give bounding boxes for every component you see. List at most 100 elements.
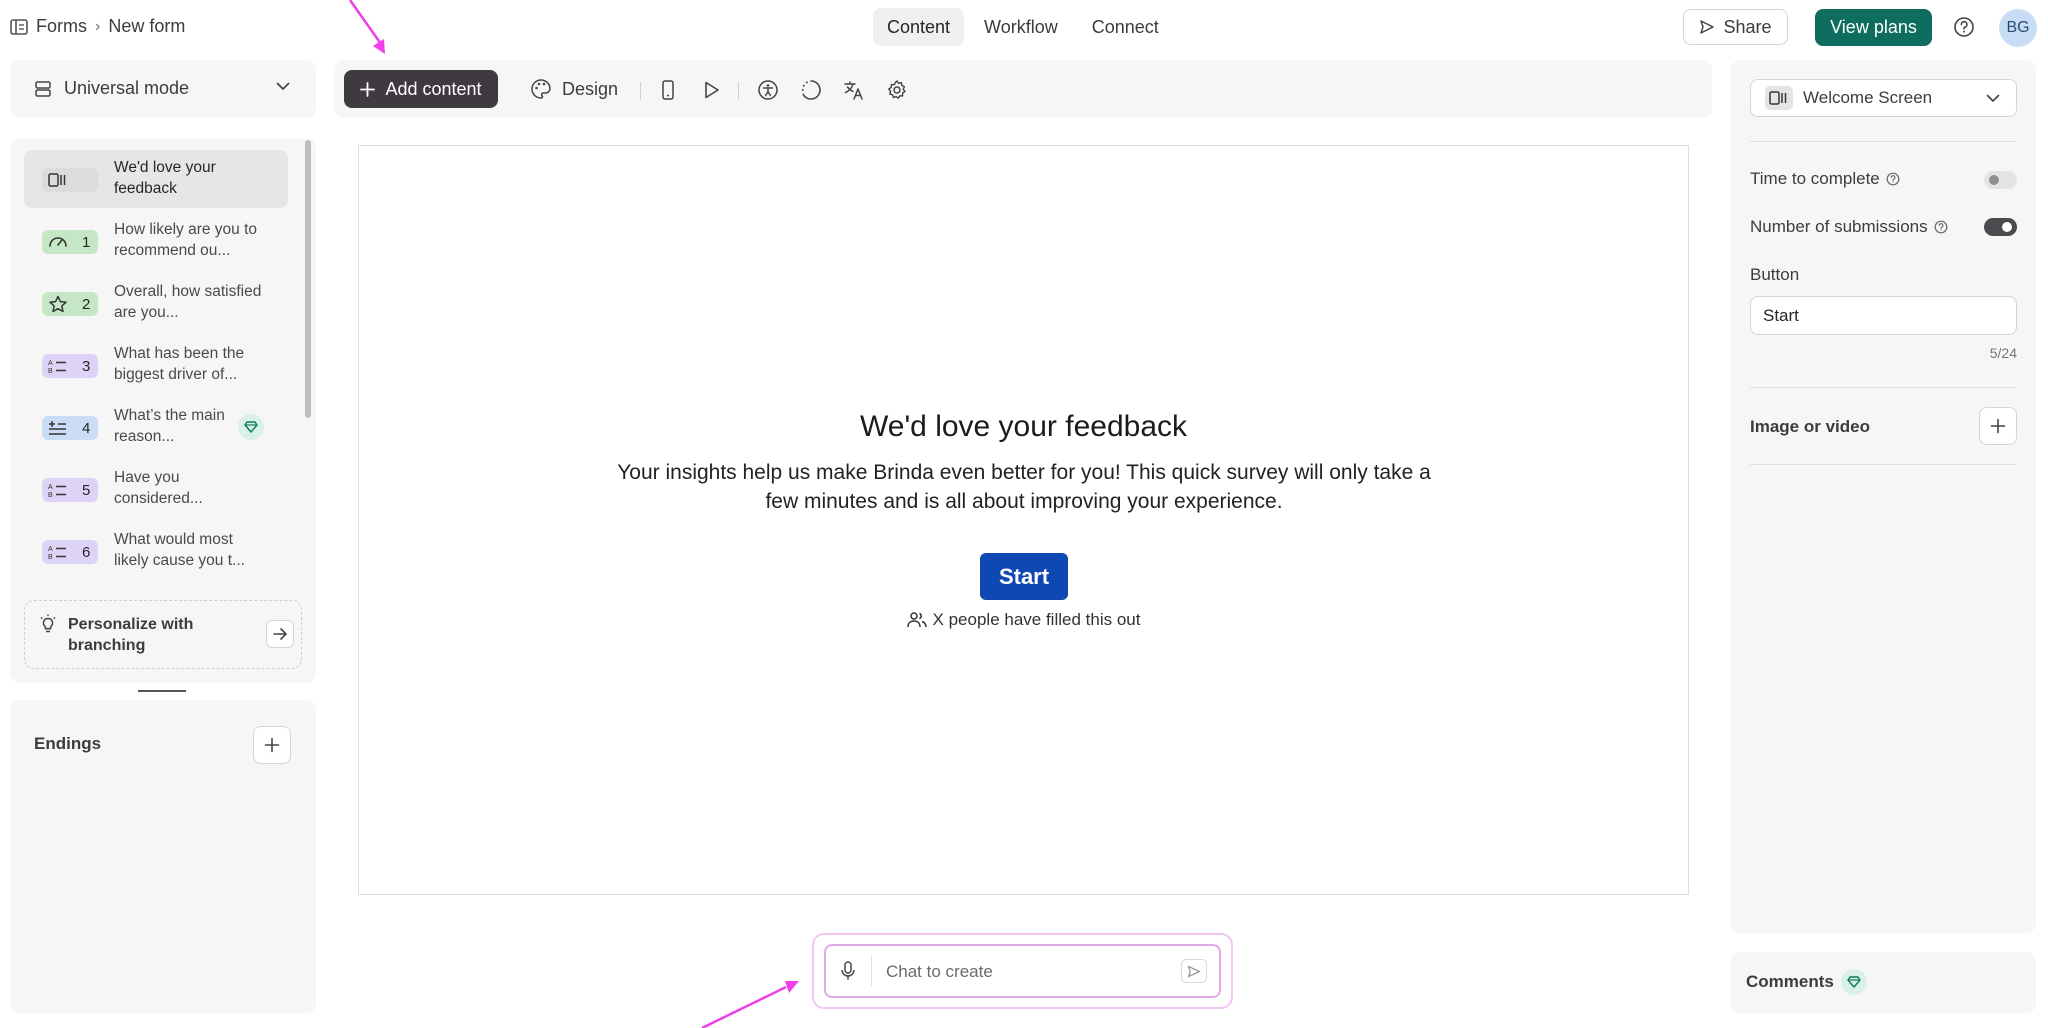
- star-icon: [48, 295, 68, 313]
- breadcrumb-current[interactable]: New form: [108, 16, 185, 37]
- plus-icon: [360, 81, 376, 97]
- ranking-icon: AB: [48, 358, 68, 374]
- question-number: 6: [82, 543, 91, 561]
- play-preview-icon[interactable]: [700, 79, 722, 101]
- mobile-preview-icon[interactable]: [657, 79, 679, 101]
- send-icon: [1699, 19, 1715, 35]
- premium-gem-icon[interactable]: [1841, 969, 1867, 995]
- editor-toolbar: Add content Design: [334, 60, 1712, 118]
- welcome-title[interactable]: We'd love your feedback: [359, 410, 1688, 444]
- chat-input[interactable]: [886, 960, 1156, 984]
- chevron-right-icon: ›: [95, 17, 101, 35]
- panel-resize-handle[interactable]: [138, 690, 186, 692]
- responses-text: X people have filled this out: [932, 610, 1141, 629]
- tab-content[interactable]: Content: [873, 8, 965, 46]
- loading-progress-icon[interactable]: [800, 79, 822, 101]
- question-badge: 2: [42, 292, 98, 316]
- mode-selector[interactable]: Universal mode: [10, 60, 316, 118]
- time-to-complete-label: Time to complete: [1750, 169, 1880, 188]
- tab-workflow[interactable]: Workflow: [970, 8, 1072, 46]
- svg-text:A: A: [48, 360, 53, 367]
- settings-gear-icon[interactable]: [886, 79, 908, 101]
- question-number: 3: [82, 357, 91, 375]
- welcome-screen-icon: [48, 172, 68, 188]
- question-item-2[interactable]: 2 Overall, how satisfied are you...: [24, 274, 288, 332]
- screen-type-select[interactable]: Welcome Screen: [1750, 79, 2017, 117]
- chevron-down-icon: [1986, 94, 2000, 103]
- ranking-icon: AB: [48, 482, 68, 498]
- info-icon[interactable]: [1886, 172, 1900, 186]
- question-item-welcome[interactable]: We'd love your feedback: [24, 150, 288, 208]
- send-icon[interactable]: [1181, 959, 1207, 983]
- top-bar: Forms › New form Content Workflow Connec…: [0, 0, 2048, 56]
- add-ending-button[interactable]: [253, 726, 291, 764]
- question-badge: 1: [42, 230, 98, 254]
- button-text-field[interactable]: [1750, 296, 2017, 335]
- question-item-5[interactable]: AB 5 Have you considered...: [24, 460, 288, 518]
- divider: [1750, 387, 2017, 388]
- info-icon[interactable]: [1934, 220, 1948, 234]
- mode-label: Universal mode: [64, 78, 190, 98]
- tab-connect[interactable]: Connect: [1078, 8, 1173, 46]
- svg-text:A: A: [48, 546, 53, 553]
- design-label: Design: [562, 78, 619, 99]
- gauge-icon: [48, 234, 68, 250]
- responses-count: X people have filled this out: [359, 610, 1688, 630]
- question-item-6[interactable]: AB 6 What would most likely cause you t.…: [24, 522, 288, 580]
- premium-gem-icon[interactable]: [238, 414, 264, 440]
- share-button[interactable]: Share: [1683, 9, 1788, 45]
- personalize-branching-card[interactable]: Personalize with branching: [24, 600, 302, 669]
- question-title: Overall, how satisfied are you...: [114, 283, 262, 321]
- accessibility-icon[interactable]: [757, 79, 779, 101]
- start-button[interactable]: Start: [980, 553, 1068, 600]
- submissions-toggle[interactable]: [1984, 218, 2017, 236]
- submissions-label: Number of submissions: [1750, 217, 1928, 236]
- palette-icon: [530, 78, 552, 100]
- question-badge: AB 5: [42, 478, 98, 502]
- question-badge: 4: [42, 416, 98, 440]
- view-plans-button[interactable]: View plans: [1815, 9, 1932, 46]
- chat-divider: [871, 956, 872, 986]
- lightbulb-icon: [38, 614, 58, 634]
- ranking-icon: AB: [48, 544, 68, 560]
- toolbar-divider: [640, 82, 641, 100]
- question-item-1[interactable]: 1 How likely are you to recommend ou...: [24, 212, 288, 270]
- time-to-complete-toggle[interactable]: [1984, 171, 2017, 189]
- forms-icon[interactable]: [10, 18, 28, 35]
- question-number: 5: [82, 481, 91, 499]
- avatar[interactable]: BG: [1999, 9, 2037, 47]
- share-label: Share: [1723, 16, 1772, 37]
- design-button[interactable]: Design: [530, 78, 618, 100]
- question-badge: AB 3: [42, 354, 98, 378]
- arrow-right-icon[interactable]: [266, 620, 294, 648]
- add-content-button[interactable]: Add content: [344, 70, 498, 108]
- question-item-4[interactable]: 4 What’s the main reason...: [24, 398, 288, 456]
- welcome-description[interactable]: Your insights help us make Brinda even b…: [599, 458, 1449, 516]
- question-list: We'd love your feedback 1 How likely are…: [10, 138, 316, 683]
- question-list-scrollbar[interactable]: [305, 140, 311, 418]
- question-title: What would most likely cause you t...: [114, 531, 245, 569]
- breadcrumb-forms-link[interactable]: Forms: [36, 16, 87, 37]
- divider: [1750, 464, 2017, 465]
- question-item-3[interactable]: AB 3 What has been the biggest driver of…: [24, 336, 288, 394]
- help-icon[interactable]: [1953, 16, 1975, 38]
- microphone-icon[interactable]: [840, 961, 856, 981]
- question-title: We'd love your feedback: [114, 159, 216, 197]
- time-to-complete-setting: Time to complete: [1750, 169, 1900, 189]
- add-media-button[interactable]: [1979, 407, 2017, 445]
- chevron-down-icon: [276, 82, 290, 91]
- endings-title: Endings: [34, 734, 102, 753]
- welcome-screen-icon: [1765, 86, 1793, 110]
- image-video-label: Image or video: [1750, 417, 1870, 436]
- svg-text:B: B: [48, 368, 53, 374]
- question-number: 2: [82, 295, 91, 313]
- character-counter: 5/24: [1989, 345, 2017, 361]
- question-number: 4: [82, 419, 91, 437]
- button-section-label: Button: [1750, 265, 1800, 284]
- users-icon: [906, 611, 927, 629]
- breadcrumb: Forms › New form: [10, 16, 185, 37]
- translate-icon[interactable]: [843, 79, 865, 101]
- question-number: 1: [82, 233, 91, 251]
- welcome-screen-badge: [42, 168, 98, 192]
- comments-panel[interactable]: Comments: [1731, 952, 2036, 1013]
